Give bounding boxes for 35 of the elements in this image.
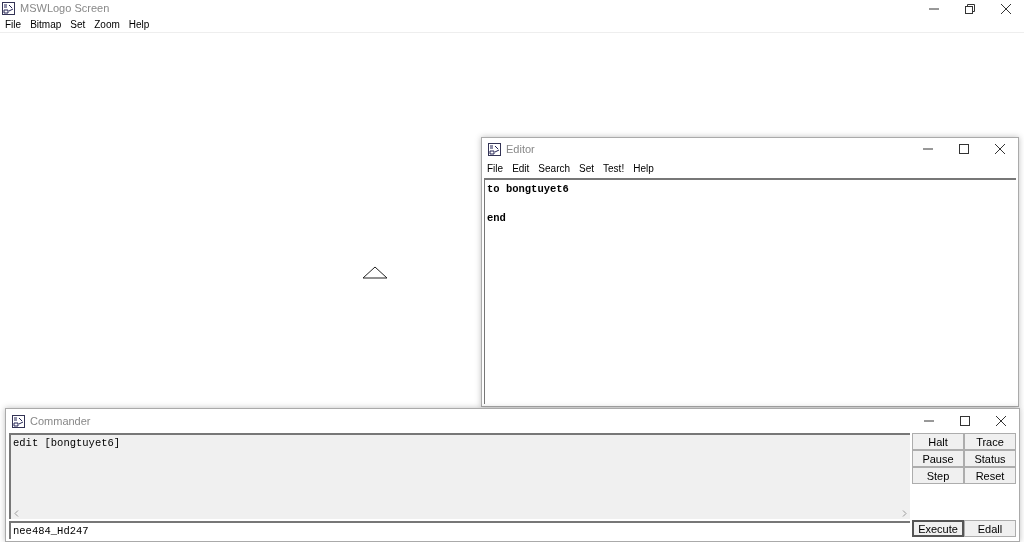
app-icon [2,2,15,15]
menu-item[interactable]: Search [538,160,571,176]
code-editor[interactable]: to bongtuyet6 end [484,178,1016,404]
menu-item[interactable]: Set [579,160,595,176]
output-text: edit [bongtuyet6] [12,436,122,451]
turtle-icon [362,266,388,279]
maximize-icon[interactable] [960,416,970,426]
menu-item[interactable]: Help [633,160,654,176]
window-title: MSWLogo Screen [20,1,110,17]
control-button[interactable]: Edall [964,520,1016,537]
menu-item[interactable]: File [5,17,22,32]
restore-icon[interactable] [965,3,975,14]
control-button[interactable]: Step [912,467,964,484]
control-button[interactable]: Halt [912,433,964,450]
close-icon[interactable] [1001,3,1011,14]
maximize-icon[interactable] [959,144,969,154]
window-title: Commander [30,413,91,429]
menu-item[interactable]: Help [128,17,150,32]
menu-item[interactable]: Bitmap [30,17,62,32]
menu-item[interactable]: Zoom [94,17,120,32]
control-button[interactable]: Trace [964,433,1016,450]
close-icon[interactable] [996,416,1006,426]
menu-item[interactable]: File [487,160,504,176]
command-input[interactable]: nee484_Hd247 [9,521,910,539]
app-icon [12,414,25,428]
close-icon[interactable] [995,144,1005,154]
app-icon [488,142,501,156]
window-title: Editor [506,141,535,157]
execute-button[interactable]: Execute [912,520,964,537]
menu-item[interactable]: Edit [512,160,530,176]
control-button[interactable]: Pause [912,450,964,467]
control-button[interactable]: Reset [964,467,1016,484]
menu-item[interactable]: Test! [603,160,625,176]
menu-item[interactable]: Set [70,17,86,32]
control-button[interactable]: Status [964,450,1016,467]
